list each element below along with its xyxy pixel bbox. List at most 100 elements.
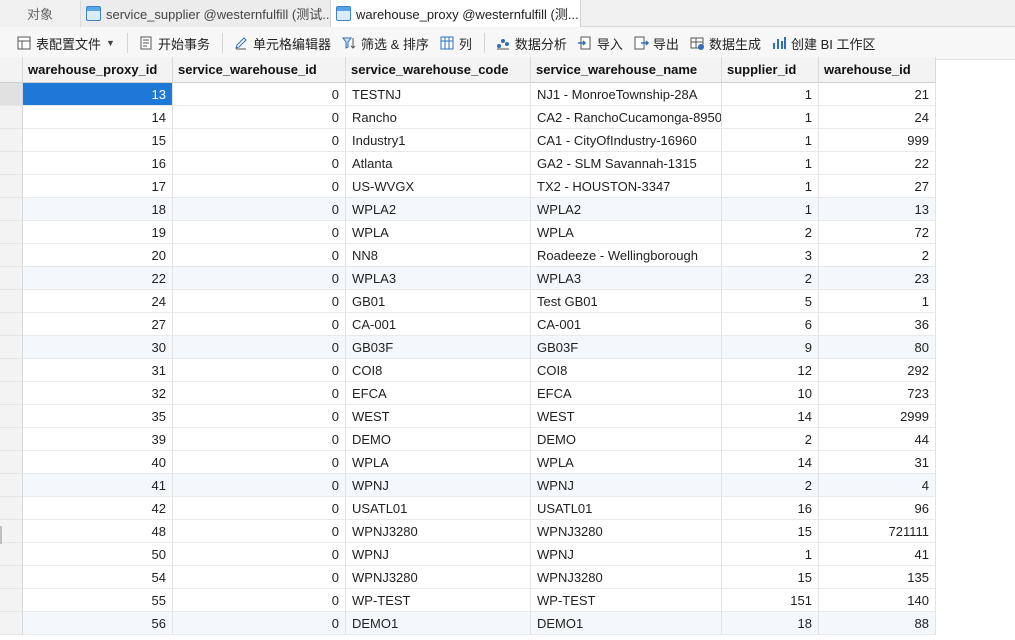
table-row[interactable]: 27 0 CA-001 CA-001 6 36 — [23, 313, 936, 336]
table-cell-supplier-id[interactable]: 14 — [722, 451, 819, 474]
table-cell-warehouse-proxy-id[interactable]: 41 — [23, 474, 173, 497]
table-cell-service-warehouse-code[interactable]: COI8 — [346, 359, 531, 382]
table-cell-warehouse-proxy-id[interactable]: 15 — [23, 129, 173, 152]
table-cell-service-warehouse-id[interactable]: 0 — [173, 405, 346, 428]
table-cell-service-warehouse-name[interactable]: WP-TEST — [531, 589, 722, 612]
table-cell-warehouse-proxy-id[interactable]: 18 — [23, 198, 173, 221]
table-cell-supplier-id[interactable]: 5 — [722, 290, 819, 313]
table-cell-service-warehouse-code[interactable]: Atlanta — [346, 152, 531, 175]
table-cell-warehouse-proxy-id[interactable]: 54 — [23, 566, 173, 589]
table-cell-service-warehouse-name[interactable]: CA2 - RanchoCucamonga-8950 — [531, 106, 722, 129]
column-header-warehouse-id[interactable]: warehouse_id — [819, 57, 936, 83]
row-header[interactable] — [0, 129, 23, 152]
table-cell-service-warehouse-id[interactable]: 0 — [173, 83, 346, 106]
table-cell-warehouse-id[interactable]: 23 — [819, 267, 936, 290]
table-cell-supplier-id[interactable]: 15 — [722, 520, 819, 543]
table-cell-warehouse-proxy-id[interactable]: 19 — [23, 221, 173, 244]
table-cell-supplier-id[interactable]: 1 — [722, 543, 819, 566]
table-cell-service-warehouse-id[interactable]: 0 — [173, 543, 346, 566]
table-cell-supplier-id[interactable]: 15 — [722, 566, 819, 589]
table-cell-service-warehouse-id[interactable]: 0 — [173, 129, 346, 152]
table-cell-warehouse-id[interactable]: 13 — [819, 198, 936, 221]
column-header-warehouse-proxy-id[interactable]: warehouse_proxy_id — [23, 57, 173, 83]
table-cell-warehouse-id[interactable]: 22 — [819, 152, 936, 175]
table-cell-warehouse-id[interactable]: 41 — [819, 543, 936, 566]
table-cell-service-warehouse-name[interactable]: CA1 - CityOfIndustry-16960 — [531, 129, 722, 152]
table-cell-warehouse-id[interactable]: 135 — [819, 566, 936, 589]
columns-button[interactable]: 列 — [435, 30, 476, 56]
table-row[interactable]: 32 0 EFCA EFCA 10 723 — [23, 382, 936, 405]
table-row[interactable]: 24 0 GB01 Test GB01 5 1 — [23, 290, 936, 313]
table-cell-service-warehouse-code[interactable]: WEST — [346, 405, 531, 428]
table-cell-service-warehouse-name[interactable]: Roadeeze - Wellingborough — [531, 244, 722, 267]
table-row[interactable]: 39 0 DEMO DEMO 2 44 — [23, 428, 936, 451]
table-cell-supplier-id[interactable]: 10 — [722, 382, 819, 405]
column-header-supplier-id[interactable]: supplier_id — [722, 57, 819, 83]
table-cell-supplier-id[interactable]: 2 — [722, 221, 819, 244]
table-cell-service-warehouse-code[interactable]: WPLA — [346, 451, 531, 474]
table-cell-supplier-id[interactable]: 1 — [722, 152, 819, 175]
table-cell-warehouse-id[interactable]: 4 — [819, 474, 936, 497]
table-cell-service-warehouse-id[interactable]: 0 — [173, 290, 346, 313]
row-header[interactable] — [0, 428, 23, 451]
table-cell-service-warehouse-id[interactable]: 0 — [173, 267, 346, 290]
table-row[interactable]: 14 0 Rancho CA2 - RanchoCucamonga-8950 1 24 — [23, 106, 936, 129]
table-cell-service-warehouse-code[interactable]: EFCA — [346, 382, 531, 405]
tab-objects[interactable]: 对象 — [0, 0, 81, 27]
table-row[interactable]: 42 0 USATL01 USATL01 16 96 — [23, 497, 936, 520]
table-cell-service-warehouse-id[interactable]: 0 — [173, 359, 346, 382]
table-cell-service-warehouse-code[interactable]: CA-001 — [346, 313, 531, 336]
table-cell-warehouse-proxy-id[interactable]: 30 — [23, 336, 173, 359]
table-cell-warehouse-id[interactable]: 1 — [819, 290, 936, 313]
table-cell-warehouse-id[interactable]: 292 — [819, 359, 936, 382]
table-cell-service-warehouse-name[interactable]: WPLA2 — [531, 198, 722, 221]
table-cell-service-warehouse-name[interactable]: EFCA — [531, 382, 722, 405]
table-cell-service-warehouse-name[interactable]: DEMO1 — [531, 612, 722, 635]
table-cell-service-warehouse-id[interactable]: 0 — [173, 520, 346, 543]
table-cell-service-warehouse-code[interactable]: GB03F — [346, 336, 531, 359]
table-cell-supplier-id[interactable]: 1 — [722, 175, 819, 198]
table-cell-warehouse-id[interactable]: 36 — [819, 313, 936, 336]
table-row[interactable]: 50 0 WPNJ WPNJ 1 41 — [23, 543, 936, 566]
table-row[interactable]: 55 0 WP-TEST WP-TEST 151 140 — [23, 589, 936, 612]
table-cell-service-warehouse-code[interactable]: Industry1 — [346, 129, 531, 152]
table-cell-service-warehouse-id[interactable]: 0 — [173, 612, 346, 635]
table-cell-service-warehouse-code[interactable]: DEMO — [346, 428, 531, 451]
table-cell-warehouse-proxy-id[interactable]: 35 — [23, 405, 173, 428]
table-cell-warehouse-id[interactable]: 721111 — [819, 520, 936, 543]
table-cell-warehouse-id[interactable]: 44 — [819, 428, 936, 451]
table-cell-supplier-id[interactable]: 2 — [722, 474, 819, 497]
table-row[interactable]: 56 0 DEMO1 DEMO1 18 88 — [23, 612, 936, 635]
scrollbar-thumb[interactable] — [0, 526, 2, 544]
table-cell-service-warehouse-name[interactable]: CA-001 — [531, 313, 722, 336]
table-cell-warehouse-proxy-id[interactable]: 22 — [23, 267, 173, 290]
row-header[interactable] — [0, 267, 23, 290]
table-cell-service-warehouse-code[interactable]: Rancho — [346, 106, 531, 129]
table-cell-service-warehouse-code[interactable]: WPNJ3280 — [346, 520, 531, 543]
table-cell-service-warehouse-id[interactable]: 0 — [173, 336, 346, 359]
table-cell-service-warehouse-id[interactable]: 0 — [173, 474, 346, 497]
table-cell-service-warehouse-id[interactable]: 0 — [173, 589, 346, 612]
table-cell-service-warehouse-code[interactable]: WPNJ — [346, 474, 531, 497]
table-cell-supplier-id[interactable]: 9 — [722, 336, 819, 359]
table-row[interactable]: 54 0 WPNJ3280 WPNJ3280 15 135 — [23, 566, 936, 589]
table-row[interactable]: 16 0 Atlanta GA2 - SLM Savannah-1315 1 22 — [23, 152, 936, 175]
table-cell-warehouse-id[interactable]: 80 — [819, 336, 936, 359]
table-cell-service-warehouse-name[interactable]: WEST — [531, 405, 722, 428]
table-cell-service-warehouse-code[interactable]: WP-TEST — [346, 589, 531, 612]
table-row[interactable]: 19 0 WPLA WPLA 2 72 — [23, 221, 936, 244]
table-cell-supplier-id[interactable]: 3 — [722, 244, 819, 267]
grid-corner[interactable] — [0, 57, 23, 83]
table-cell-service-warehouse-name[interactable]: WPLA3 — [531, 267, 722, 290]
table-cell-service-warehouse-id[interactable]: 0 — [173, 175, 346, 198]
table-cell-warehouse-proxy-id[interactable]: 32 — [23, 382, 173, 405]
table-cell-warehouse-proxy-id[interactable]: 55 — [23, 589, 173, 612]
table-cell-warehouse-id[interactable]: 2 — [819, 244, 936, 267]
table-cell-service-warehouse-id[interactable]: 0 — [173, 428, 346, 451]
table-cell-warehouse-proxy-id[interactable]: 48 — [23, 520, 173, 543]
row-header[interactable] — [0, 520, 23, 543]
table-cell-warehouse-proxy-id[interactable]: 17 — [23, 175, 173, 198]
table-cell-warehouse-id[interactable]: 723 — [819, 382, 936, 405]
row-header[interactable] — [0, 451, 23, 474]
row-header[interactable] — [0, 106, 23, 129]
